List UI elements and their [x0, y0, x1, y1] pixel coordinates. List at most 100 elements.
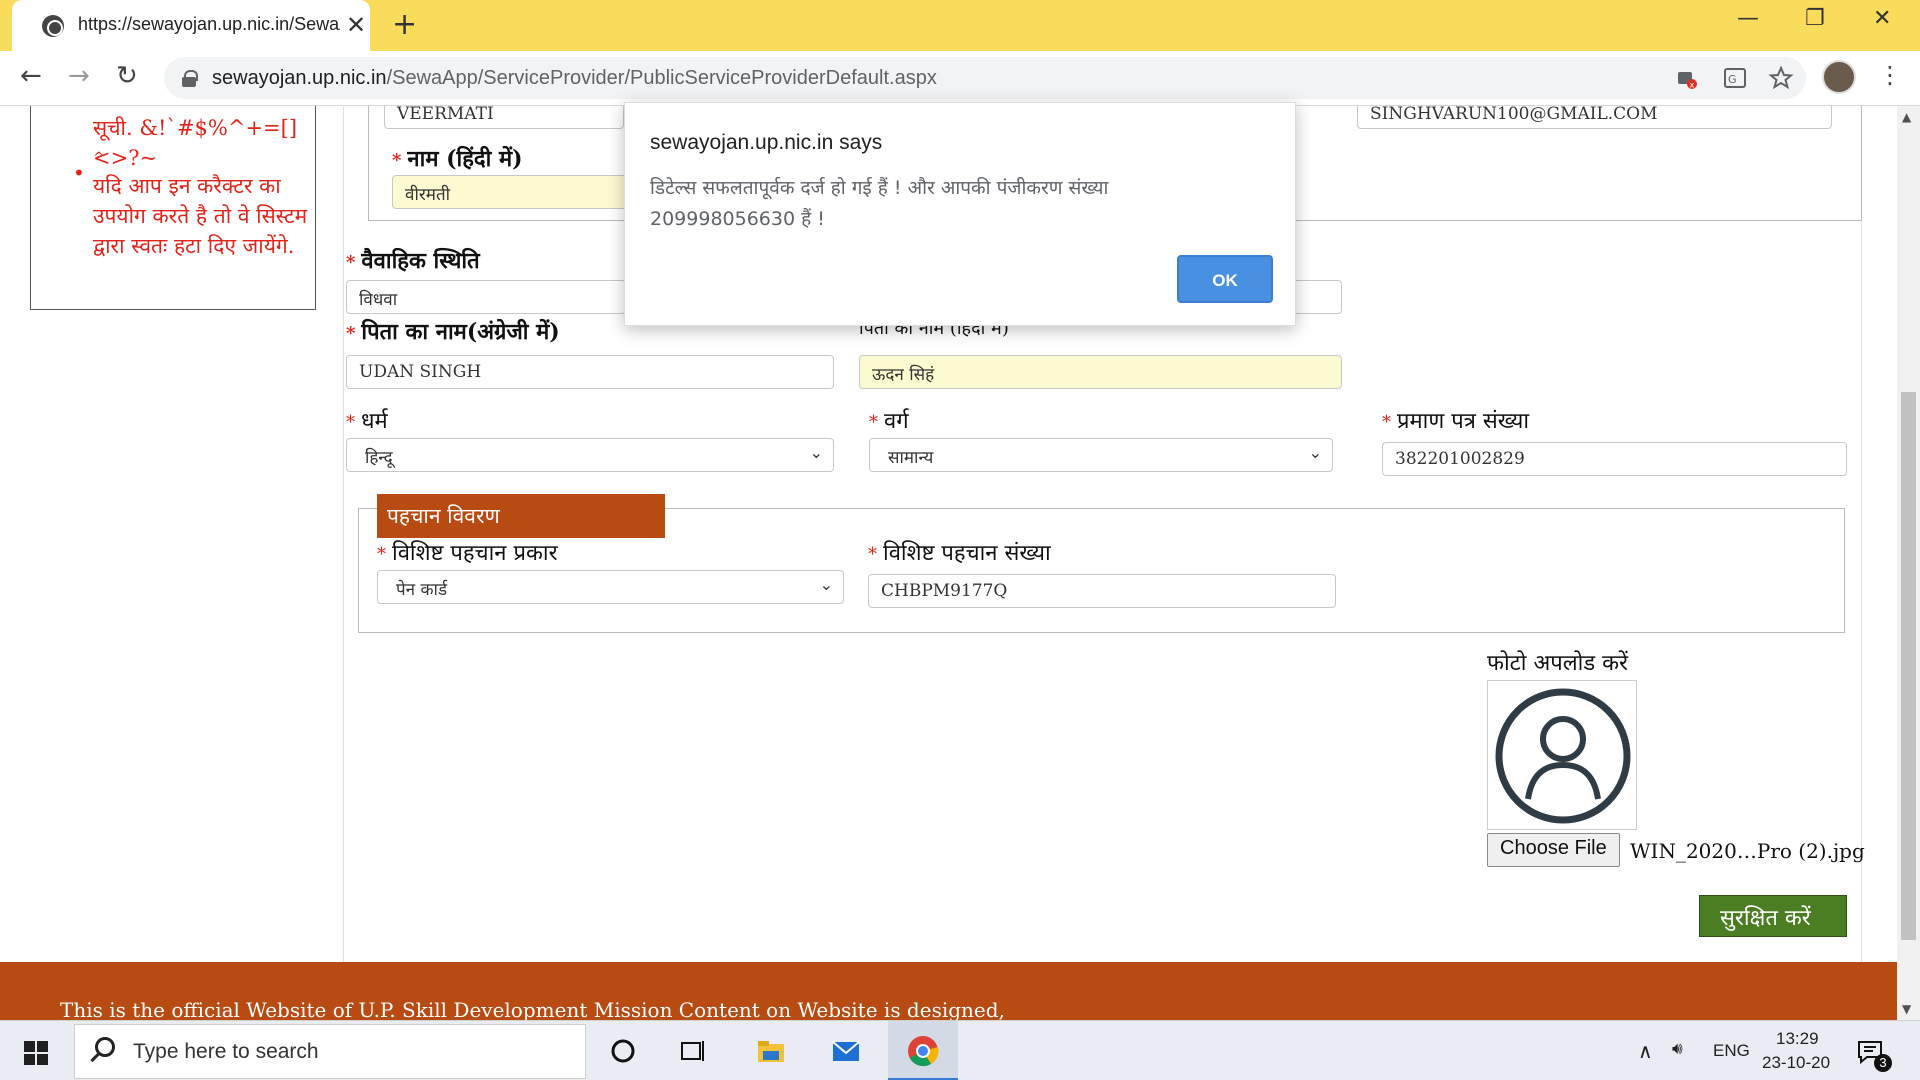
required-mark: *: [346, 323, 356, 344]
name-hindi-label-text: नाम (हिंदी में): [407, 146, 523, 172]
religion-value: हिन्दू: [365, 448, 393, 468]
required-mark: *: [1382, 412, 1391, 433]
religion-label: * धर्म: [346, 405, 388, 435]
scroll-thumb[interactable]: [1901, 392, 1916, 940]
profile-avatar[interactable]: [1822, 60, 1856, 94]
certificate-number-label-text: प्रमाण पत्र संख्या: [1397, 409, 1530, 434]
task-view-icon[interactable]: [677, 1035, 709, 1067]
selected-file-name: WIN_2020…Pro (2).jpg: [1630, 839, 1865, 863]
chrome-taskbar-button[interactable]: [888, 1021, 958, 1080]
windows-taskbar: Type here to search ∧ 🔊︎ ENG 13:29 23-10…: [0, 1020, 1920, 1080]
tray-overflow-icon[interactable]: ∧: [1638, 1039, 1653, 1064]
taskbar-search-placeholder: Type here to search: [133, 1040, 319, 1063]
required-mark: *: [346, 252, 356, 273]
required-mark: *: [392, 150, 402, 171]
url-host: sewayojan.up.nic.in: [212, 67, 387, 89]
category-value: सामान्य: [888, 448, 934, 468]
site-footer: This is the official Website of U.P. Ski…: [0, 962, 1897, 1020]
id-number-input[interactable]: CHBPM9177Q: [868, 574, 1336, 608]
svg-text:x: x: [1690, 81, 1695, 90]
restore-button[interactable]: ❐: [1805, 6, 1825, 31]
father-name-english-label-text: पिता का नाम(अंग्रेजी में): [361, 319, 560, 345]
lock-icon[interactable]: [182, 70, 198, 87]
father-name-english-input[interactable]: UDAN SINGH: [346, 355, 834, 389]
email-input[interactable]: SINGHVARUN100@GMAIL.COM: [1357, 106, 1832, 129]
url-text[interactable]: sewayojan.up.nic.in/SewaApp/ServiceProvi…: [212, 67, 937, 90]
certificate-number-input[interactable]: 382201002829: [1382, 442, 1847, 476]
camera-blocked-icon[interactable]: x: [1674, 65, 1700, 91]
forward-button[interactable]: →: [68, 61, 90, 91]
category-select[interactable]: सामान्य ⌄: [869, 438, 1333, 472]
marital-status-label: * वैवाहिक स्थिति: [346, 245, 480, 275]
search-icon: [95, 1037, 115, 1057]
window-close-button[interactable]: ✕: [1873, 6, 1891, 31]
bookmark-star-icon[interactable]: [1768, 65, 1794, 91]
reload-button[interactable]: ↻: [116, 61, 138, 91]
id-type-value: पेन कार्ड: [396, 580, 448, 600]
special-characters-notice: सूची. &!`#$%^+=[]<>?~ ^ • यदि आप इन करैक…: [30, 106, 316, 310]
ok-button[interactable]: OK: [1177, 255, 1273, 303]
required-mark: *: [346, 412, 355, 433]
browser-menu-icon[interactable]: ⋮: [1878, 61, 1902, 89]
taskbar-time[interactable]: 13:29: [1776, 1029, 1819, 1049]
notice-line-2: ^: [93, 150, 105, 166]
chrome-icon: [908, 1036, 939, 1067]
user-placeholder-icon: [1495, 688, 1631, 824]
name-english-input[interactable]: VEERMATI: [384, 106, 624, 129]
category-label-text: वर्ग: [884, 409, 909, 434]
scroll-down-icon[interactable]: ▼: [1902, 1002, 1911, 1016]
chevron-down-icon: ⌄: [809, 443, 823, 462]
browser-toolbar: ← → ↻ sewayojan.up.nic.in/SewaApp/Servic…: [0, 51, 1920, 106]
marital-status-label-text: वैवाहिक स्थिति: [361, 248, 480, 274]
chevron-down-icon: ⌄: [819, 575, 833, 594]
globe-icon: [42, 15, 64, 37]
name-hindi-label: * नाम (हिंदी में): [392, 143, 523, 173]
page-scrollbar[interactable]: ▲ ▼: [1897, 106, 1920, 1020]
back-button[interactable]: ←: [20, 61, 42, 91]
required-mark: *: [868, 544, 877, 565]
taskbar-date[interactable]: 23-10-20: [1762, 1053, 1830, 1073]
volume-icon[interactable]: 🔊︎: [1672, 1039, 1683, 1059]
dialog-message: डिटेल्स सफलतापूर्वक दर्ज हो गई हैं ! और …: [650, 177, 1109, 230]
id-type-label: * विशिष्ट पहचान प्रकार: [377, 537, 558, 567]
windows-start-icon[interactable]: [24, 1041, 48, 1065]
taskbar-search-box[interactable]: Type here to search: [74, 1024, 586, 1079]
category-label: * वर्ग: [869, 405, 909, 435]
choose-file-button[interactable]: Choose File: [1487, 833, 1620, 867]
dialog-title: sewayojan.up.nic.in says: [650, 131, 883, 154]
scroll-up-icon[interactable]: ▲: [1902, 110, 1911, 124]
language-indicator[interactable]: ENG: [1713, 1041, 1750, 1061]
alert-dialog: sewayojan.up.nic.in says डिटेल्स सफलतापू…: [624, 102, 1296, 326]
browser-tab[interactable]: https://sewayojan.up.nic.in/SewaApp/Serv…: [12, 0, 370, 51]
url-path: /SewaApp/ServiceProvider/PublicServicePr…: [386, 67, 937, 89]
marital-status-select[interactable]: विधवा: [346, 280, 626, 314]
minimize-button[interactable]: —: [1737, 6, 1759, 31]
browser-tab-strip: https://sewayojan.up.nic.in/SewaApp/Serv…: [0, 0, 1920, 51]
translate-icon[interactable]: G: [1722, 65, 1748, 91]
id-type-select[interactable]: पेन कार्ड ⌄: [377, 570, 844, 604]
id-type-label-text: विशिष्ट पहचान प्रकार: [392, 541, 558, 566]
religion-select[interactable]: हिन्दू ⌄: [346, 438, 834, 472]
identification-section-title: पहचान विवरण: [377, 494, 665, 538]
footer-text: This is the official Website of U.P. Ski…: [60, 998, 1005, 1020]
chevron-down-icon: ⌄: [1308, 443, 1322, 462]
religion-label-text: धर्म: [361, 409, 388, 434]
mail-icon[interactable]: [830, 1035, 862, 1067]
file-explorer-icon[interactable]: [755, 1035, 787, 1067]
address-bar[interactable]: sewayojan.up.nic.in/SewaApp/ServiceProvi…: [164, 57, 1806, 99]
notification-count-badge: 3: [1874, 1054, 1892, 1072]
id-number-label-text: विशिष्ट पहचान संख्या: [883, 541, 1051, 566]
tab-close-icon[interactable]: ✕: [346, 10, 366, 40]
certificate-number-label: * प्रमाण पत्र संख्या: [1382, 405, 1529, 435]
notice-bullet: •: [73, 161, 85, 185]
father-name-hindi-input[interactable]: ऊदन सिहं: [859, 355, 1342, 389]
tab-title: https://sewayojan.up.nic.in/SewaApp/Serv…: [78, 14, 340, 34]
father-name-english-label: * पिता का नाम(अंग्रेजी में): [346, 316, 560, 346]
name-hindi-input[interactable]: वीरमती: [392, 175, 632, 209]
new-tab-button[interactable]: +: [392, 8, 417, 42]
save-button[interactable]: सुरक्षित करें: [1699, 895, 1847, 937]
photo-preview: [1487, 680, 1637, 830]
cortana-icon[interactable]: [607, 1035, 639, 1067]
notice-bullet-text: यदि आप इन करैक्टर का उपयोग करते है तो वे…: [93, 174, 308, 258]
svg-text:G: G: [1728, 73, 1737, 86]
